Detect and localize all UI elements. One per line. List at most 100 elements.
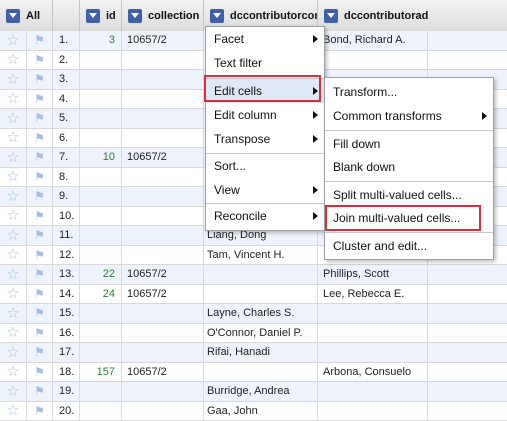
- star-cell[interactable]: ☆: [0, 363, 27, 382]
- cell-collection[interactable]: [122, 246, 204, 265]
- flag-cell[interactable]: ⚑: [27, 363, 53, 382]
- star-cell[interactable]: ☆: [0, 31, 27, 50]
- flag-cell[interactable]: ⚑: [27, 168, 53, 187]
- cell-id[interactable]: [80, 129, 122, 148]
- flag-cell[interactable]: ⚑: [27, 382, 53, 401]
- flag-icon[interactable]: ⚑: [34, 249, 45, 261]
- cell-dccontributorad[interactable]: [318, 402, 428, 421]
- dropdown-icon[interactable]: [6, 9, 20, 23]
- cell-collection[interactable]: [122, 51, 204, 70]
- cell-id[interactable]: [80, 168, 122, 187]
- star-icon[interactable]: ☆: [6, 364, 19, 379]
- cell-id[interactable]: [80, 226, 122, 245]
- star-cell[interactable]: ☆: [0, 129, 27, 148]
- menu-item-cluster-and-edit[interactable]: Cluster and edit...: [325, 234, 493, 258]
- cell-id[interactable]: 10: [80, 148, 122, 167]
- star-icon[interactable]: ☆: [6, 228, 19, 243]
- cell-collection[interactable]: [122, 402, 204, 421]
- cell-dccontributorad[interactable]: [318, 324, 428, 343]
- cell-id[interactable]: [80, 187, 122, 206]
- star-cell[interactable]: ☆: [0, 324, 27, 343]
- star-cell[interactable]: ☆: [0, 207, 27, 226]
- menu-item-sort[interactable]: Sort...: [206, 154, 324, 178]
- dropdown-icon[interactable]: [128, 9, 142, 23]
- flag-icon[interactable]: ⚑: [34, 54, 45, 66]
- flag-cell[interactable]: ⚑: [27, 246, 53, 265]
- cell-id[interactable]: [80, 90, 122, 109]
- star-cell[interactable]: ☆: [0, 70, 27, 89]
- flag-icon[interactable]: ⚑: [34, 346, 45, 358]
- cell-dccontributorcom[interactable]: Rifai, Hanadi: [204, 343, 318, 362]
- cell-id[interactable]: [80, 207, 122, 226]
- cell-collection[interactable]: [122, 109, 204, 128]
- cell-id[interactable]: [80, 246, 122, 265]
- cell-collection[interactable]: [122, 343, 204, 362]
- flag-icon[interactable]: ⚑: [34, 366, 45, 378]
- menu-item-reconcile[interactable]: Reconcile: [206, 204, 324, 228]
- star-icon[interactable]: ☆: [6, 72, 19, 87]
- cell-dccontributorad[interactable]: [318, 304, 428, 323]
- cell-id[interactable]: [80, 51, 122, 70]
- star-icon[interactable]: ☆: [6, 52, 19, 67]
- cell-id[interactable]: 157: [80, 363, 122, 382]
- star-cell[interactable]: ☆: [0, 187, 27, 206]
- cell-dccontributorcom[interactable]: Tam, Vincent H.: [204, 246, 318, 265]
- star-icon[interactable]: ☆: [6, 384, 19, 399]
- column-header-id[interactable]: id: [80, 0, 122, 31]
- column-header-dccontributorad[interactable]: dccontributorad: [318, 0, 507, 31]
- cell-dccontributorad[interactable]: Phillips, Scott: [318, 265, 428, 284]
- flag-icon[interactable]: ⚑: [34, 190, 45, 202]
- star-icon[interactable]: ☆: [6, 150, 19, 165]
- menu-item-common-transforms[interactable]: Common transforms: [325, 104, 493, 128]
- cell-collection[interactable]: [122, 70, 204, 89]
- star-icon[interactable]: ☆: [6, 91, 19, 106]
- dropdown-icon[interactable]: [324, 9, 338, 23]
- flag-icon[interactable]: ⚑: [34, 210, 45, 222]
- cell-dccontributorcom[interactable]: Gaa, John: [204, 402, 318, 421]
- cell-dccontributorcom[interactable]: Burridge, Andrea: [204, 382, 318, 401]
- cell-dccontributorad[interactable]: Arbona, Consuelo: [318, 363, 428, 382]
- flag-cell[interactable]: ⚑: [27, 226, 53, 245]
- star-cell[interactable]: ☆: [0, 148, 27, 167]
- cell-collection[interactable]: 10657/2: [122, 363, 204, 382]
- star-cell[interactable]: ☆: [0, 109, 27, 128]
- star-icon[interactable]: ☆: [6, 286, 19, 301]
- flag-cell[interactable]: ⚑: [27, 324, 53, 343]
- cell-dccontributorad[interactable]: [318, 382, 428, 401]
- menu-item-transpose[interactable]: Transpose: [206, 127, 324, 151]
- star-icon[interactable]: ☆: [6, 306, 19, 321]
- flag-icon[interactable]: ⚑: [34, 171, 45, 183]
- star-cell[interactable]: ☆: [0, 90, 27, 109]
- cell-dccontributorcom[interactable]: [204, 285, 318, 304]
- cell-dccontributorad[interactable]: [318, 343, 428, 362]
- star-icon[interactable]: ☆: [6, 247, 19, 262]
- cell-collection[interactable]: [122, 129, 204, 148]
- flag-icon[interactable]: ⚑: [34, 151, 45, 163]
- flag-icon[interactable]: ⚑: [34, 34, 45, 46]
- star-icon[interactable]: ☆: [6, 208, 19, 223]
- cell-collection[interactable]: 10657/2: [122, 31, 204, 50]
- cell-collection[interactable]: [122, 324, 204, 343]
- flag-icon[interactable]: ⚑: [34, 385, 45, 397]
- flag-cell[interactable]: ⚑: [27, 207, 53, 226]
- cell-dccontributorcom[interactable]: [204, 363, 318, 382]
- star-cell[interactable]: ☆: [0, 265, 27, 284]
- cell-id[interactable]: [80, 70, 122, 89]
- cell-collection[interactable]: [122, 304, 204, 323]
- flag-icon[interactable]: ⚑: [34, 132, 45, 144]
- cell-id[interactable]: [80, 304, 122, 323]
- star-cell[interactable]: ☆: [0, 51, 27, 70]
- star-icon[interactable]: ☆: [6, 33, 19, 48]
- flag-cell[interactable]: ⚑: [27, 70, 53, 89]
- flag-icon[interactable]: ⚑: [34, 307, 45, 319]
- cell-dccontributorcom[interactable]: O'Connor, Daniel P.: [204, 324, 318, 343]
- dropdown-icon[interactable]: [86, 9, 100, 23]
- star-icon[interactable]: ☆: [6, 267, 19, 282]
- cell-collection[interactable]: [122, 187, 204, 206]
- flag-cell[interactable]: ⚑: [27, 90, 53, 109]
- cell-collection[interactable]: [122, 168, 204, 187]
- star-cell[interactable]: ☆: [0, 343, 27, 362]
- flag-cell[interactable]: ⚑: [27, 265, 53, 284]
- menu-item-edit-column[interactable]: Edit column: [206, 103, 324, 127]
- column-header-collection[interactable]: collection: [122, 0, 204, 31]
